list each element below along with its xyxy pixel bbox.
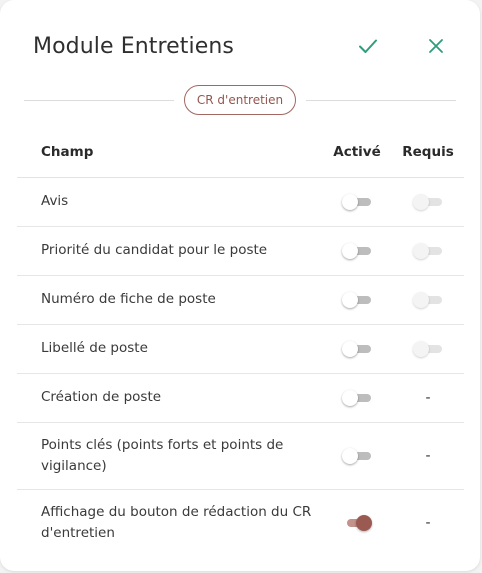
required-toggle [413, 242, 443, 260]
active-toggle[interactable] [342, 447, 372, 465]
header-field: Champ [17, 128, 322, 178]
divider-line-left [24, 99, 174, 101]
dialog-title: Module Entretiens [33, 33, 234, 59]
header-active: Activé [322, 128, 392, 178]
table-row: Priorité du candidat pour le poste [17, 226, 464, 276]
field-label: Libellé de poste [17, 324, 322, 374]
required-dash: - [425, 389, 431, 406]
field-label: Points clés (points forts et points de v… [17, 422, 322, 490]
field-label: Affichage du bouton de rédaction du CR d… [41, 503, 312, 541]
field-label: Création de poste [17, 373, 322, 423]
active-toggle[interactable] [342, 193, 372, 211]
required-toggle [413, 340, 443, 358]
table-row: Avis [17, 177, 464, 227]
field-label: Priorité du candidat pour le poste [17, 226, 322, 276]
module-dialog: Module Entretiens CR d'entretien Champ A… [0, 0, 480, 571]
active-toggle[interactable] [342, 389, 372, 407]
required-dash: - [425, 514, 431, 531]
header-required: Requis [392, 128, 464, 178]
close-icon [429, 39, 443, 53]
confirm-button[interactable] [354, 32, 382, 60]
field-label: Avis [17, 177, 322, 227]
table-header-row: Champ Activé Requis [17, 128, 464, 178]
active-toggle[interactable] [342, 242, 372, 260]
table-row: Numéro de fiche de poste [17, 275, 464, 325]
close-button[interactable] [422, 32, 450, 60]
table-row: Libellé de poste [17, 324, 464, 374]
required-toggle [413, 193, 443, 211]
active-toggle[interactable] [342, 291, 372, 309]
divider-line-right [306, 99, 457, 101]
table-row: Points clés (points forts et points de v… [17, 422, 464, 490]
table-row: Création de poste - [17, 373, 464, 423]
active-toggle[interactable] [342, 514, 372, 532]
fields-table: Champ Activé Requis Avis Priorité du can… [17, 128, 464, 556]
required-toggle [413, 291, 443, 309]
field-label: Numéro de fiche de poste [17, 275, 322, 325]
dialog-header: Module Entretiens [33, 29, 450, 63]
section-divider: CR d'entretien [24, 85, 457, 115]
required-dash: - [425, 447, 431, 464]
section-pill: CR d'entretien [183, 85, 297, 115]
table-row: Affichage du bouton de rédaction du CR d… [17, 489, 464, 556]
check-icon [359, 39, 377, 53]
active-toggle[interactable] [342, 340, 372, 358]
